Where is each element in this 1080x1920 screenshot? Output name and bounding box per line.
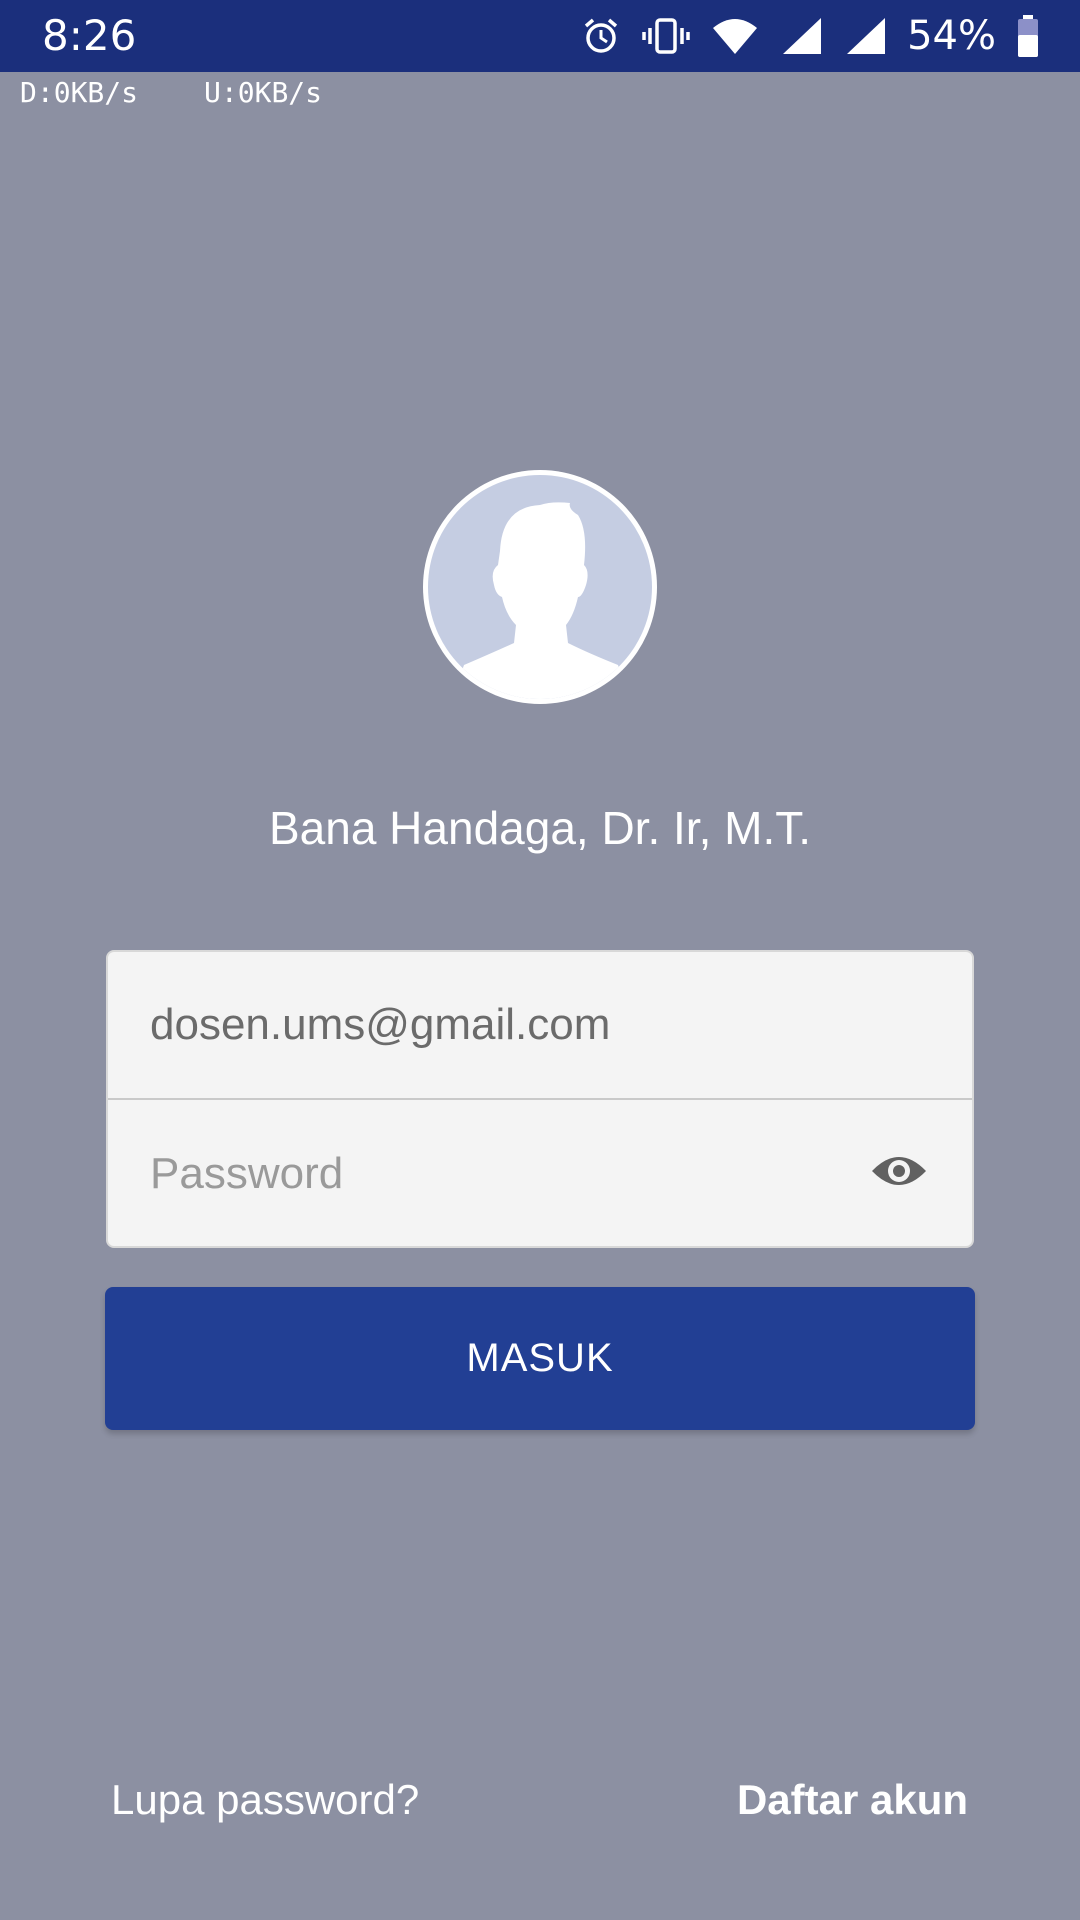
avatar xyxy=(423,470,657,704)
login-form xyxy=(106,950,974,1248)
login-button[interactable]: MASUK xyxy=(105,1287,975,1430)
battery-percent: 54% xyxy=(907,13,996,59)
signal-icon xyxy=(783,18,822,54)
download-speed: D:0KB/s xyxy=(20,76,139,109)
password-field-container xyxy=(108,1101,972,1249)
status-bar: 8:26 54% xyxy=(0,0,1080,72)
register-link[interactable]: Daftar akun xyxy=(737,1772,968,1828)
user-name: Bana Handaga, Dr. Ir, M.T. xyxy=(268,802,812,854)
network-speed: D:0KB/s U:0KB/s xyxy=(20,76,388,109)
email-field-container xyxy=(108,952,972,1100)
battery-icon xyxy=(1018,15,1038,57)
eye-icon[interactable] xyxy=(870,1149,928,1193)
vibrate-icon xyxy=(642,18,690,54)
signal-icon xyxy=(847,18,886,54)
wifi-icon xyxy=(713,19,758,54)
upload-speed: U:0KB/s xyxy=(204,76,323,109)
status-time: 8:26 xyxy=(42,11,137,60)
user-silhouette-icon xyxy=(428,475,652,699)
alarm-icon xyxy=(584,18,618,53)
password-input[interactable] xyxy=(150,1139,830,1209)
email-input[interactable] xyxy=(150,990,830,1060)
forgot-password-link[interactable]: Lupa password? xyxy=(111,1772,419,1828)
status-icons: 54% xyxy=(581,12,1040,60)
